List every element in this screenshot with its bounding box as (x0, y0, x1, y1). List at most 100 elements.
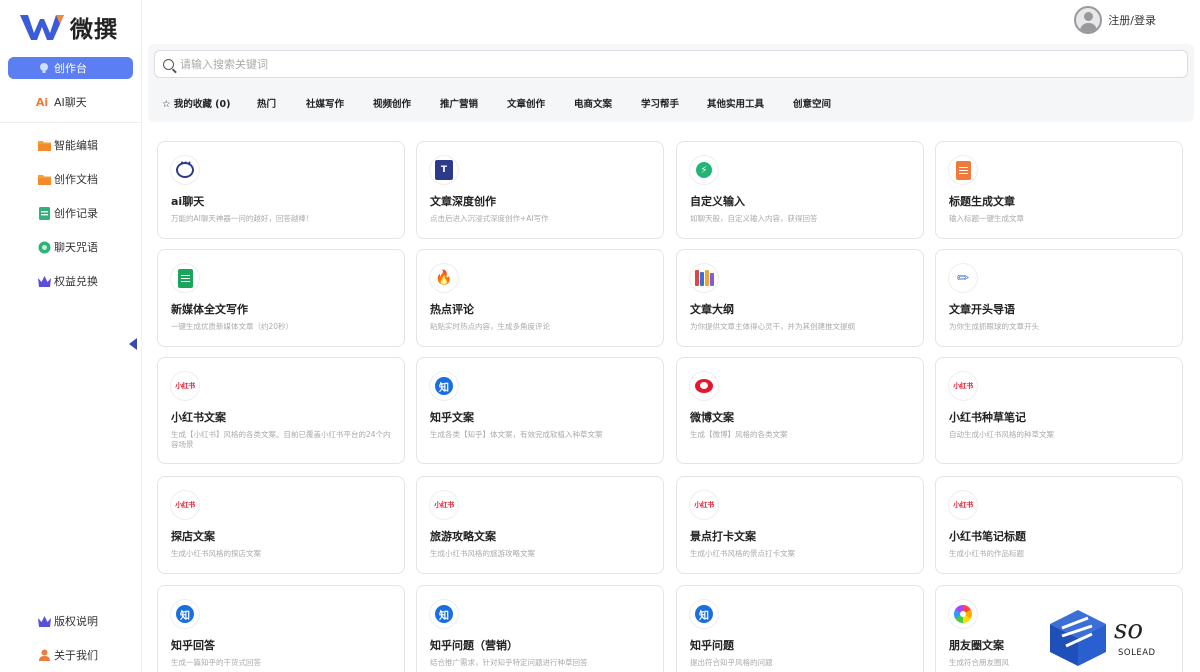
card-description: 万能的AI聊天神器一问的越好，回答越棒！ (171, 214, 314, 223)
gear-icon (37, 240, 51, 254)
w-logo-icon (20, 15, 64, 40)
card-title: 文章深度创作 (430, 195, 496, 208)
tool-card[interactable]: 知 知乎回答 生成一篇知乎的干货式回答 (157, 585, 405, 672)
card-title: 小红书笔记标题 (949, 530, 1026, 543)
doc-orange-icon (949, 156, 977, 184)
card-description: 生成小红书的作品标题 (949, 549, 1024, 558)
card-description: 生成【小红书】风格的各类文案。目前已覆盖小红书平台的24个内容场景 (171, 430, 391, 449)
tool-card[interactable]: 知 知乎问题（营销） 结合推广需求，针对知乎特定问题进行种草回答 (416, 585, 664, 672)
card-title: 探店文案 (171, 530, 215, 543)
solead-watermark-logo: so (1050, 610, 1143, 666)
sidebar-item-label: 创作记录 (54, 207, 98, 220)
tool-card[interactable]: ai聊天 万能的AI聊天神器一问的越好，回答越棒！ (157, 141, 405, 239)
bolt-icon: ⚡ (690, 156, 718, 184)
tool-card[interactable]: 标题生成文章 输入标题一键生成文章 (935, 141, 1183, 239)
crown-icon (37, 274, 51, 288)
fire-icon: 🔥 (430, 264, 458, 292)
card-description: 输入标题一键生成文章 (949, 214, 1024, 223)
tab-article[interactable]: 文章创作 (507, 96, 545, 110)
tab-creative[interactable]: 创意空间 (793, 96, 831, 110)
tool-card[interactable]: 小红书 旅游攻略文案 生成小红书风格的旅游攻略文案 (416, 476, 664, 574)
tool-card[interactable]: 🔥 热点评论 粘贴实时热点内容，生成多角度评论 (416, 249, 664, 347)
tab-video[interactable]: 视频创作 (373, 96, 411, 110)
user-icon (37, 648, 51, 662)
tool-card[interactable]: 文章大纲 为你提供文章主体得心灵干，并为其创建推文提纲 (676, 249, 924, 347)
card-title: 热点评论 (430, 303, 474, 316)
tool-card[interactable]: 小红书 小红书种草笔记 自动生成小红书风格的种草文案 (935, 357, 1183, 464)
sidebar-item-label: 智能编辑 (54, 139, 98, 152)
card-title: 小红书文案 (171, 411, 226, 424)
card-description: 点击后进入沉浸式深度创作+AI写作 (430, 214, 549, 223)
avatar (1074, 6, 1103, 34)
card-description: 如聊天般，自定义输入内容，获得回答 (690, 214, 818, 223)
sidebar-divider (0, 122, 142, 123)
sidebar-item-label: 关于我们 (54, 649, 98, 662)
card-description: 生成小红书风格的旅游攻略文案 (430, 549, 535, 558)
brand-logo[interactable]: 微撰 (20, 10, 118, 44)
card-title: 朋友圈文案 (949, 639, 1004, 652)
search-box (154, 50, 1188, 78)
sidebar-item-prompts[interactable]: 聊天咒语 (8, 236, 133, 258)
card-description: 生成小红书风格的景点打卡文案 (690, 549, 795, 558)
watermark-text: SOLEAD (1118, 648, 1156, 658)
tab-marketing[interactable]: 推广营销 (440, 96, 478, 110)
tab-tools[interactable]: 其他实用工具 (707, 96, 764, 110)
xiaohongshu-icon: 小红书 (949, 491, 977, 519)
sidebar-item-ai-chat[interactable]: Ai AI聊天 (8, 91, 133, 113)
card-title: 知乎文案 (430, 411, 474, 424)
zhihu-icon: 知 (690, 600, 718, 628)
tool-card[interactable]: 知 知乎问题 提出符合知乎风格的问题 (676, 585, 924, 672)
tool-card[interactable]: 小红书 景点打卡文案 生成小红书风格的景点打卡文案 (676, 476, 924, 574)
login-button[interactable]: 注册/登录 (1074, 6, 1156, 34)
card-title: 文章开头导语 (949, 303, 1015, 316)
badge-text: 小红书 (175, 382, 195, 390)
tool-card[interactable]: 微博文案 生成【微博】风格的各类文案 (676, 357, 924, 464)
sidebar-item-label: 创作文档 (54, 173, 98, 186)
tab-favorites[interactable]: ☆ 我的收藏 (0) (162, 96, 230, 110)
zhihu-icon: 知 (171, 600, 199, 628)
card-description: 生成各类【知乎】体文案，有效完成软植入种草文案 (430, 430, 603, 439)
sidebar-item-label: 版权说明 (54, 615, 98, 628)
doc-green-icon (171, 264, 199, 292)
xiaohongshu-icon: 小红书 (430, 491, 458, 519)
card-description: 提出符合知乎风格的问题 (690, 658, 773, 667)
tool-card[interactable]: ⚡ 自定义输入 如聊天般，自定义输入内容，获得回答 (676, 141, 924, 239)
tab-study[interactable]: 学习帮手 (641, 96, 679, 110)
sidebar-item-rewards[interactable]: 权益兑换 (8, 270, 133, 292)
sidebar-item-records[interactable]: 创作记录 (8, 202, 133, 224)
sidebar-item-docs[interactable]: 创作文档 (8, 168, 133, 190)
search-input[interactable] (180, 57, 1080, 71)
card-description: 结合推广需求，针对知乎特定问题进行种草回答 (430, 658, 588, 667)
tool-card[interactable]: ✏ 文章开头导语 为你生成抓眼球的文章开头 (935, 249, 1183, 347)
tool-card[interactable]: T 文章深度创作 点击后进入沉浸式深度创作+AI写作 (416, 141, 664, 239)
tab-ecommerce[interactable]: 电商文案 (574, 96, 612, 110)
card-title: ai聊天 (171, 195, 205, 208)
tool-card[interactable]: 知 知乎文案 生成各类【知乎】体文案，有效完成软植入种草文案 (416, 357, 664, 464)
sidebar-item-label: 创作台 (54, 62, 87, 75)
xiaohongshu-icon: 小红书 (949, 372, 977, 400)
tab-hot[interactable]: 热门 (257, 96, 276, 110)
sidebar-item-copyright[interactable]: 版权说明 (8, 610, 133, 632)
zhihu-icon: 知 (430, 600, 458, 628)
tool-card[interactable]: 小红书 探店文案 生成小红书风格的探店文案 (157, 476, 405, 574)
xiaohongshu-icon: 小红书 (171, 491, 199, 519)
sidebar-item-workbench[interactable]: 创作台 (8, 57, 133, 79)
badge-text: 知 (435, 605, 453, 623)
sidebar-item-smart-edit[interactable]: 智能编辑 (8, 134, 133, 156)
badge-text: 小红书 (434, 501, 454, 509)
card-title: 知乎问题（营销） (430, 639, 518, 652)
search-icon (163, 58, 174, 70)
weibo-icon (690, 372, 718, 400)
collapse-sidebar-icon[interactable] (129, 338, 137, 350)
tool-card[interactable]: 新媒体全文写作 一键生成优质新媒体文章（约20秒） (157, 249, 405, 347)
tool-card[interactable]: 小红书 小红书文案 生成【小红书】风格的各类文案。目前已覆盖小红书平台的24个内… (157, 357, 405, 464)
moments-icon (949, 600, 977, 628)
card-title: 标题生成文章 (949, 195, 1015, 208)
bulb-icon (37, 61, 51, 75)
sidebar-item-label: 权益兑换 (54, 275, 98, 288)
tab-social-writing[interactable]: 社媒写作 (306, 96, 344, 110)
card-title: 小红书种草笔记 (949, 411, 1026, 424)
sidebar-item-about[interactable]: 关于我们 (8, 644, 133, 666)
card-description: 粘贴实时热点内容，生成多角度评论 (430, 322, 550, 331)
tool-card[interactable]: 小红书 小红书笔记标题 生成小红书的作品标题 (935, 476, 1183, 574)
